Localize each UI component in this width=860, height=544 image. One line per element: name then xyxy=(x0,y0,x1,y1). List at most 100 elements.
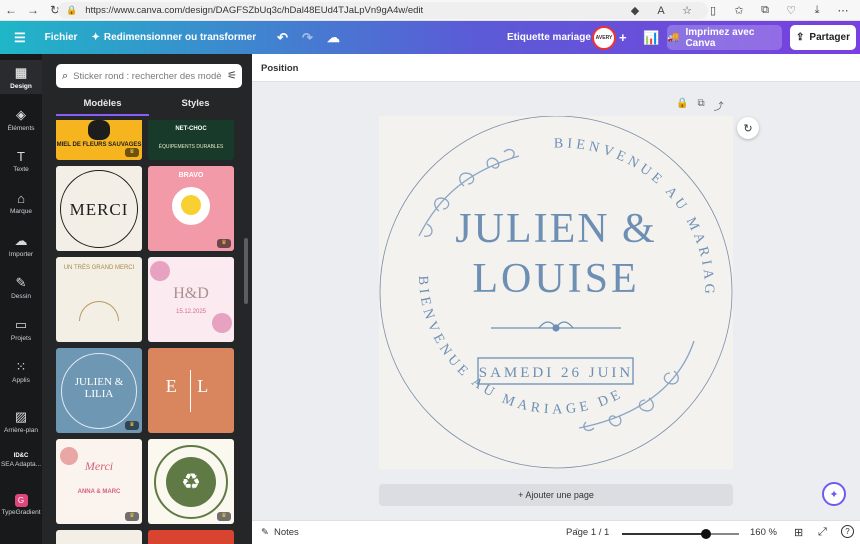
design-title[interactable]: Etiquette mariage xyxy=(500,21,598,54)
menu-icon: ☰ xyxy=(14,29,26,45)
truck-icon: 🚚 xyxy=(667,32,680,43)
zoom-slider-handle[interactable] xyxy=(701,529,712,539)
filter-icon[interactable]: ⚟ xyxy=(227,69,237,82)
rail-item-brand[interactable]: ⌂ Marque xyxy=(0,191,42,215)
editor-area: Position 🔒 ⧉ ⤴ ↻ BIENVENUE AU MARIAG BIE… xyxy=(252,54,860,544)
notes-button[interactable]: ✎ Notes xyxy=(261,527,299,538)
template-thumb-honey[interactable]: MIEL DE FLEURS SAUVAGES ♛ xyxy=(56,120,142,160)
search-icon: ⌕ xyxy=(62,69,69,82)
design-title-text: Etiquette mariage xyxy=(507,32,591,43)
template-thumb-partial-2[interactable] xyxy=(148,530,234,544)
template-search-input[interactable]: ⌕ Sticker rond : rechercher des modè ⚟ xyxy=(56,64,242,88)
share-button[interactable]: ⇪ Partager xyxy=(790,25,856,50)
fullscreen-icon[interactable]: ⤢ xyxy=(818,526,827,539)
file-menu[interactable]: Fichier xyxy=(33,21,85,54)
add-page-icon[interactable]: ⤴ xyxy=(714,98,724,113)
more-icon[interactable]: ⋯ xyxy=(832,4,854,17)
page-indicator[interactable]: Page 1 / 1 xyxy=(566,527,609,538)
browser-toolbar: ← → ↻ 🔒 https://www.canva.com/design/DAG… xyxy=(0,0,860,21)
rail-item-text[interactable]: T Texte xyxy=(0,149,42,173)
pro-crown-icon: ♛ xyxy=(125,148,139,157)
template-thumb-hd[interactable]: H&D 15.12.2025 xyxy=(148,257,234,342)
template-thumb-el[interactable]: E L xyxy=(148,348,234,433)
template-thumb-grand-merci[interactable]: UN TRÈS GRAND MERCI xyxy=(56,257,142,342)
add-collaborator-button[interactable]: + xyxy=(612,21,634,54)
rail-label: Dessin xyxy=(11,293,31,300)
collections-icon[interactable]: ⧉ xyxy=(754,4,776,17)
thumb-subtitle: ANNA & MARC xyxy=(77,489,121,495)
favorite-icon[interactable]: ☆ xyxy=(676,4,698,17)
template-thumb-partial-1[interactable] xyxy=(56,530,142,544)
insights-button[interactable]: 📊 xyxy=(636,21,666,54)
rail-item-elements[interactable]: ◈ Éléments xyxy=(0,107,42,132)
rotate-button[interactable]: ↻ xyxy=(737,117,759,139)
help-icon[interactable]: ? xyxy=(841,525,854,538)
favorites-bar-icon[interactable]: ✩ xyxy=(728,4,750,17)
chart-icon: 📊 xyxy=(643,29,660,45)
rail-item-typegradient[interactable]: G TypeGradient xyxy=(0,494,42,516)
grid-view-icon[interactable]: ⊞ xyxy=(794,526,803,539)
zoom-level[interactable]: 160 % xyxy=(750,527,777,538)
add-page-button[interactable]: + Ajouter une page xyxy=(379,484,733,506)
template-thumb-bravo[interactable]: BRAVO ♛ xyxy=(148,166,234,251)
rail-label: Texte xyxy=(13,166,29,173)
split-screen-icon[interactable]: ▯ xyxy=(702,4,724,17)
rail-item-upload[interactable]: ☁ Importer xyxy=(0,233,42,258)
rail-label: Arrière-plan xyxy=(4,427,38,434)
forward-icon[interactable]: → xyxy=(22,0,44,21)
blossom-illustration xyxy=(150,261,170,281)
rail-label: Marque xyxy=(9,208,33,215)
template-thumb-merci[interactable]: MERCI xyxy=(56,166,142,251)
print-button[interactable]: 🚚 Imprimez avec Canva xyxy=(667,25,782,50)
lock-page-icon[interactable]: 🔒 xyxy=(676,98,688,113)
brand-icon: ⌂ xyxy=(17,191,25,206)
extension-icon[interactable]: ◆ xyxy=(624,4,646,17)
rail-item-projects[interactable]: ▭ Projets xyxy=(0,317,42,342)
design-page[interactable]: BIENVENUE AU MARIAGE DE BIENVENUE AU MAR… xyxy=(372,105,733,469)
rail-item-apps[interactable]: ⁙ Applis xyxy=(0,359,42,384)
footer-bar: ✎ Notes ⌃ Page 1 / 1 160 % ⊞ ⤢ ? xyxy=(252,520,860,544)
downloads-icon[interactable]: ⤓ xyxy=(806,4,828,17)
magic-assistant-button[interactable]: ✦ xyxy=(822,482,846,506)
background-icon: ▨ xyxy=(14,409,28,424)
undo-button[interactable]: ↶ xyxy=(263,21,295,54)
read-aloud-icon[interactable]: A xyxy=(650,5,672,17)
divider-ornament xyxy=(491,321,621,332)
back-icon[interactable]: ← xyxy=(0,0,22,21)
cloud-icon: ☁ xyxy=(326,29,340,45)
rotate-icon: ↻ xyxy=(743,122,753,135)
template-thumb-julien-lilia[interactable]: JULIEN & LILIA ♛ xyxy=(56,348,142,433)
browser-essentials-icon[interactable]: ♡ xyxy=(780,4,802,17)
rail-item-sea[interactable]: ID&C SEA Adapta... xyxy=(0,453,42,468)
rail-label: Projets xyxy=(10,335,32,342)
rail-item-background[interactable]: ▨ Arrière-plan xyxy=(0,409,42,434)
thumb-title: H&D xyxy=(173,285,209,302)
redo-button[interactable]: ↷ xyxy=(295,21,320,54)
resize-button[interactable]: ✦ Redimensionner ou transformer xyxy=(84,21,263,54)
position-button[interactable]: Position xyxy=(261,63,298,74)
plus-icon: + xyxy=(619,30,627,45)
template-thumb-netchoc[interactable]: NET-CHOC ÉQUIPEMENTS DURABLES xyxy=(148,120,234,160)
address-bar[interactable]: 🔒 https://www.canva.com/design/DAGFSZbUq… xyxy=(58,2,708,19)
rail-label: SEA Adapta... xyxy=(0,461,42,468)
template-thumb-recycle[interactable]: ♻ ♛ xyxy=(148,439,234,524)
rail-item-design[interactable]: ▦ Design xyxy=(0,65,42,90)
thumb-title: Merci xyxy=(84,459,114,473)
floral-ornament-bottom-right xyxy=(578,340,695,432)
names-line-2: LOUISE xyxy=(472,256,639,302)
panel-tabs: Modèles Styles xyxy=(56,94,242,116)
side-navigation: ▦ Design ◈ Éléments T Texte ⌂ Marque ☁ Import… xyxy=(0,54,42,544)
panel-scrollbar[interactable] xyxy=(244,238,248,304)
cloud-save-button[interactable]: ☁ xyxy=(320,21,347,54)
zoom-slider[interactable] xyxy=(622,529,739,539)
rail-item-draw[interactable]: ✎ Dessin xyxy=(0,275,42,300)
rail-label: Applis xyxy=(12,377,30,384)
template-thumb-merci-floral[interactable]: Merci ANNA & MARC ♛ xyxy=(56,439,142,524)
app-sea-icon: ID&C xyxy=(13,453,29,459)
duplicate-page-icon[interactable]: ⧉ xyxy=(697,98,704,113)
context-toolbar: Position xyxy=(252,54,860,82)
tab-styles[interactable]: Styles xyxy=(149,94,242,116)
tab-templates[interactable]: Modèles xyxy=(56,94,149,116)
main-menu-button[interactable]: ☰ xyxy=(0,21,33,54)
redo-icon: ↷ xyxy=(302,29,313,45)
